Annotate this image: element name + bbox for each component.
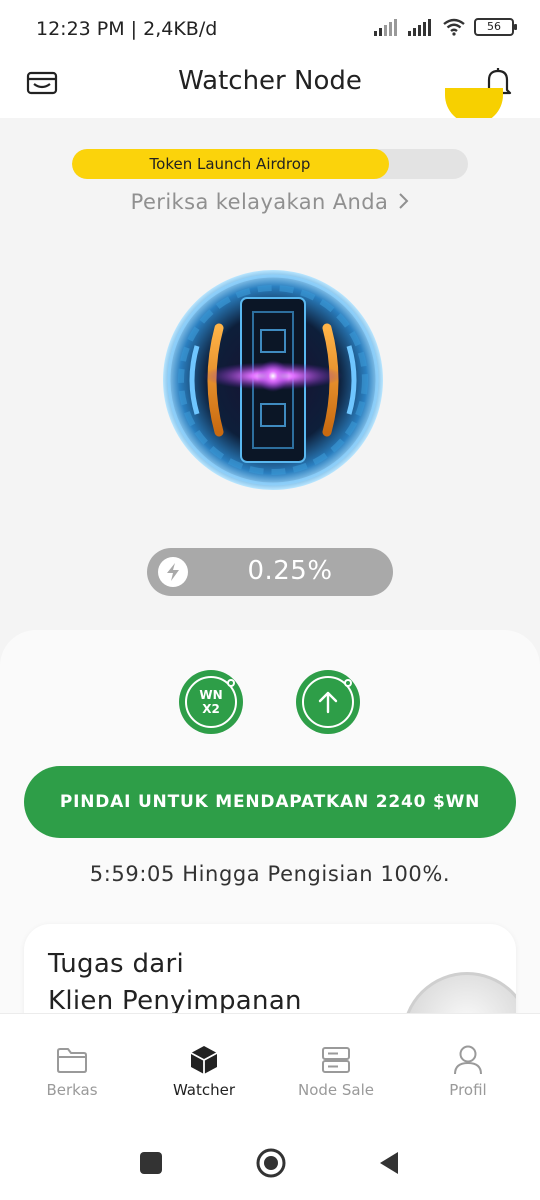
folder-icon [56,1044,88,1076]
home-button[interactable] [256,1148,286,1178]
person-icon [452,1044,484,1076]
lightning-icon [158,557,188,587]
battery-level: 56 [487,20,501,33]
task-card-title: Tugas dari Klien Penyimpanan [48,949,302,1013]
nav-label-node-sale: Node Sale [297,1081,375,1099]
system-nav-bar [0,1123,540,1200]
server-icon [320,1044,352,1076]
chevron-right-icon [399,193,409,209]
wn-x2-label: WN X2 [199,688,223,716]
square-icon [140,1152,162,1174]
main-content: Token Launch Airdrop Periksa kelayakan A… [0,118,540,1013]
nav-item-berkas[interactable]: Berkas [7,1014,137,1124]
storage-client-task-card[interactable]: Tugas dari Klien Penyimpanan [24,924,516,1013]
nav-label-watcher: Watcher [172,1081,236,1099]
cube-icon [188,1044,220,1076]
charge-countdown: 5:59:05 Hingga Pengisian 100%. [89,862,451,886]
airdrop-progress-bar[interactable]: Token Launch Airdrop [72,149,468,179]
bottom-nav: Berkas Watcher Node Sale Profil [0,1013,540,1123]
upgrade-button[interactable] [296,670,360,734]
nav-label-profil: Profil [449,1081,487,1099]
nav-item-watcher[interactable]: Watcher [139,1014,269,1124]
wn-x2-boost-button[interactable]: WN X2 [179,670,243,734]
arrow-up-icon [318,691,338,714]
home-circle-icon [256,1148,286,1178]
nav-label-berkas: Berkas [46,1081,98,1099]
nav-item-profil[interactable]: Profil [403,1014,533,1124]
eligibility-link[interactable]: Periksa kelayakan Anda [0,190,540,214]
charge-indicator: 0.25% [147,548,393,596]
eligibility-text: Periksa kelayakan Anda [130,190,389,214]
status-bar: 12:23 PM | 2,4KB/d 56 [0,0,540,58]
scan-earn-button[interactable]: PINDAI UNTUK MENDAPATKAN 2240 $WN [24,766,516,838]
nav-item-node-sale[interactable]: Node Sale [271,1014,401,1124]
charge-value: 0.25% [247,556,333,586]
status-icons: 56 [374,18,517,36]
airdrop-label: Token Launch Airdrop [149,155,311,173]
wifi-icon [443,18,465,36]
signal-icon [374,19,397,36]
action-panel: WN X2 PINDAI UNTUK MENDAPATKAN 2240 $WN … [0,630,540,1013]
watcher-orb-image[interactable] [161,268,385,492]
signal-icon [408,19,431,36]
back-button[interactable] [377,1151,401,1175]
storage-coin-icon [402,972,516,1013]
recents-button[interactable] [139,1151,163,1175]
back-triangle-icon [380,1152,398,1174]
battery-icon: 56 [474,18,517,36]
status-time: 12:23 PM | 2,4KB/d [36,18,218,40]
